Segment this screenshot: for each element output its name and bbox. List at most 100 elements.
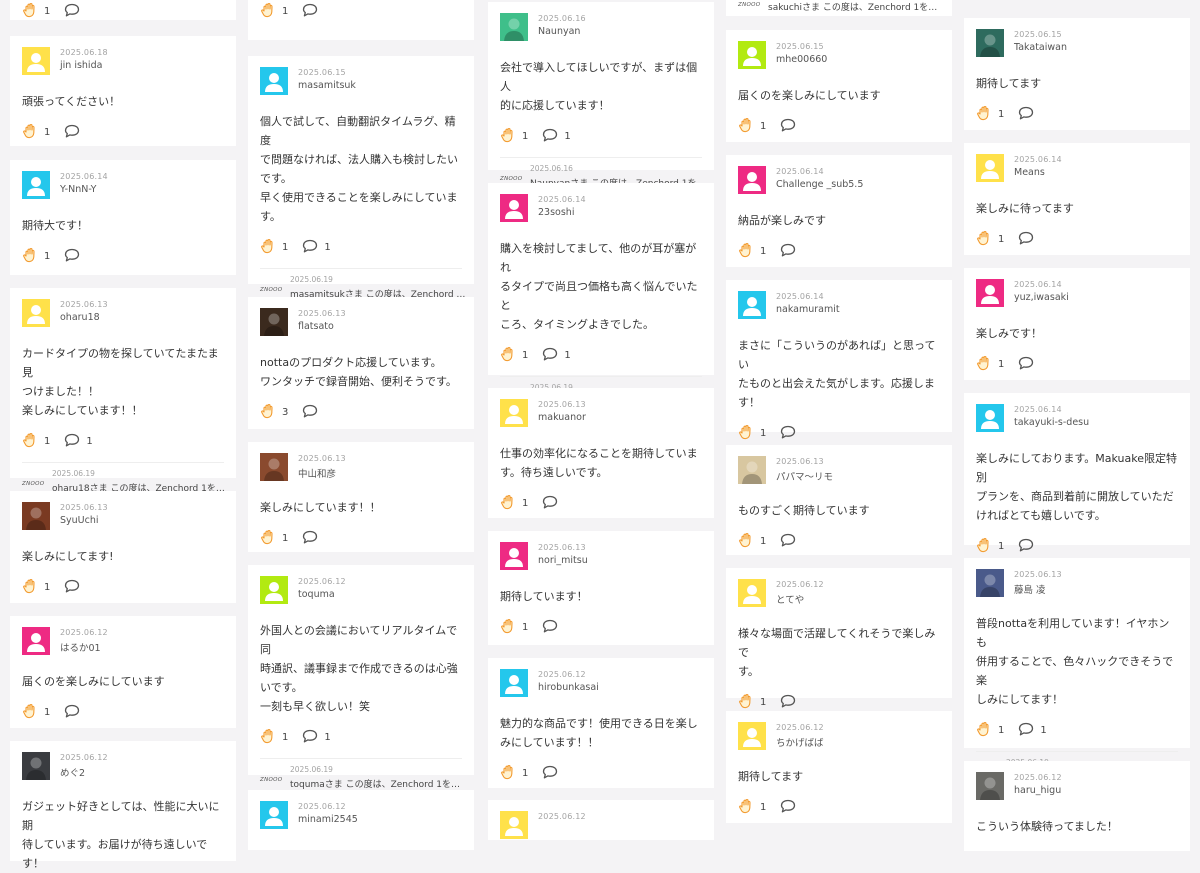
username[interactable]: SyuUchi — [60, 515, 99, 526]
avatar[interactable] — [738, 166, 766, 194]
username[interactable]: めぐ2 — [60, 765, 85, 779]
reply-button[interactable] — [1018, 231, 1040, 248]
avatar[interactable] — [22, 47, 50, 75]
username[interactable]: Y-NnN-Y — [60, 184, 96, 195]
username[interactable]: masamitsuk — [298, 80, 356, 91]
username[interactable]: haru_higu — [1014, 785, 1061, 796]
cheer-button[interactable]: 1 — [260, 238, 288, 257]
reply-button[interactable] — [64, 124, 86, 141]
username[interactable]: yuz,iwasaki — [1014, 292, 1069, 303]
reply-button[interactable] — [1018, 106, 1040, 123]
avatar[interactable] — [260, 801, 288, 829]
username[interactable]: jin ishida — [60, 60, 102, 71]
username[interactable]: 藤島 凌 — [1014, 582, 1046, 596]
cheer-button[interactable]: 1 — [500, 494, 528, 513]
reply-button[interactable] — [780, 694, 802, 711]
username[interactable]: Naunyan — [538, 26, 580, 37]
username[interactable]: ちかげばば — [776, 735, 824, 749]
username[interactable]: はるか01 — [60, 640, 101, 654]
username[interactable]: takayuki-s-desu — [1014, 417, 1089, 428]
avatar[interactable] — [738, 41, 766, 69]
cheer-button[interactable]: 1 — [22, 432, 50, 451]
cheer-button[interactable]: 1 — [738, 117, 766, 136]
cheer-button[interactable]: 1 — [260, 2, 288, 21]
reply-button[interactable] — [780, 799, 802, 816]
cheer-button[interactable]: 1 — [260, 529, 288, 548]
cheer-button[interactable]: 1 — [260, 728, 288, 747]
cheer-button[interactable]: 1 — [500, 618, 528, 637]
cheer-button[interactable]: 1 — [500, 764, 528, 783]
reply-button[interactable]: 1 — [302, 729, 331, 746]
cheer-button[interactable]: 1 — [738, 424, 766, 443]
reply-button[interactable] — [1018, 538, 1040, 555]
reply-button[interactable]: 1 — [302, 239, 331, 256]
avatar[interactable] — [976, 29, 1004, 57]
reply-button[interactable] — [64, 248, 86, 265]
reply-button[interactable]: 1 — [542, 347, 571, 364]
avatar[interactable] — [500, 811, 528, 839]
username[interactable]: mhe00660 — [776, 54, 827, 65]
avatar[interactable] — [976, 279, 1004, 307]
reply-button[interactable] — [64, 704, 86, 721]
avatar[interactable] — [738, 722, 766, 750]
avatar[interactable] — [500, 669, 528, 697]
username[interactable]: Challenge _sub5.5 — [776, 179, 863, 190]
reply-button[interactable] — [64, 3, 86, 20]
avatar[interactable] — [22, 502, 50, 530]
cheer-button[interactable]: 1 — [976, 230, 1004, 249]
cheer-button[interactable]: 1 — [976, 537, 1004, 556]
avatar[interactable] — [738, 456, 766, 484]
avatar[interactable] — [260, 453, 288, 481]
cheer-button[interactable]: 1 — [738, 242, 766, 261]
username[interactable]: hirobunkasai — [538, 682, 599, 693]
avatar[interactable] — [500, 194, 528, 222]
avatar[interactable] — [976, 154, 1004, 182]
cheer-button[interactable]: 1 — [976, 355, 1004, 374]
reply-button[interactable] — [542, 619, 564, 636]
username[interactable]: Means — [1014, 167, 1045, 178]
avatar[interactable] — [260, 576, 288, 604]
cheer-button[interactable]: 1 — [738, 693, 766, 712]
avatar[interactable] — [976, 772, 1004, 800]
cheer-button[interactable]: 1 — [738, 532, 766, 551]
username[interactable]: nori_mitsu — [538, 555, 588, 566]
username[interactable]: 中山和彦 — [298, 466, 336, 480]
reply-button[interactable] — [780, 118, 802, 135]
reply-button[interactable]: 1 — [542, 128, 571, 145]
cheer-button[interactable]: 1 — [22, 578, 50, 597]
cheer-button[interactable]: 1 — [22, 703, 50, 722]
username[interactable]: makuanor — [538, 412, 586, 423]
reply-button[interactable] — [780, 425, 802, 442]
avatar[interactable] — [22, 627, 50, 655]
cheer-button[interactable]: 1 — [22, 123, 50, 142]
avatar[interactable] — [22, 299, 50, 327]
username[interactable]: minami2545 — [298, 814, 358, 825]
reply-button[interactable] — [64, 579, 86, 596]
cheer-button[interactable]: 1 — [500, 346, 528, 365]
avatar[interactable] — [976, 404, 1004, 432]
reply-button[interactable] — [302, 404, 324, 421]
avatar[interactable] — [738, 291, 766, 319]
avatar[interactable] — [22, 171, 50, 199]
cheer-button[interactable]: 1 — [22, 247, 50, 266]
cheer-button[interactable]: 1 — [738, 798, 766, 817]
username[interactable]: 23soshi — [538, 207, 574, 218]
reply-button[interactable] — [542, 495, 564, 512]
avatar[interactable] — [500, 399, 528, 427]
avatar[interactable] — [260, 308, 288, 336]
reply-button[interactable]: 1 — [1018, 722, 1047, 739]
cheer-button[interactable]: 1 — [22, 2, 50, 21]
username[interactable]: とてや — [776, 592, 804, 606]
avatar[interactable] — [22, 752, 50, 780]
username[interactable]: flatsato — [298, 321, 334, 332]
avatar[interactable] — [500, 542, 528, 570]
reply-button[interactable]: 1 — [64, 433, 93, 450]
cheer-button[interactable]: 1 — [976, 105, 1004, 124]
username[interactable]: oharu18 — [60, 312, 100, 323]
reply-button[interactable] — [1018, 356, 1040, 373]
avatar[interactable] — [976, 569, 1004, 597]
cheer-button[interactable]: 1 — [500, 127, 528, 146]
avatar[interactable] — [260, 67, 288, 95]
avatar[interactable] — [738, 579, 766, 607]
avatar[interactable] — [500, 13, 528, 41]
